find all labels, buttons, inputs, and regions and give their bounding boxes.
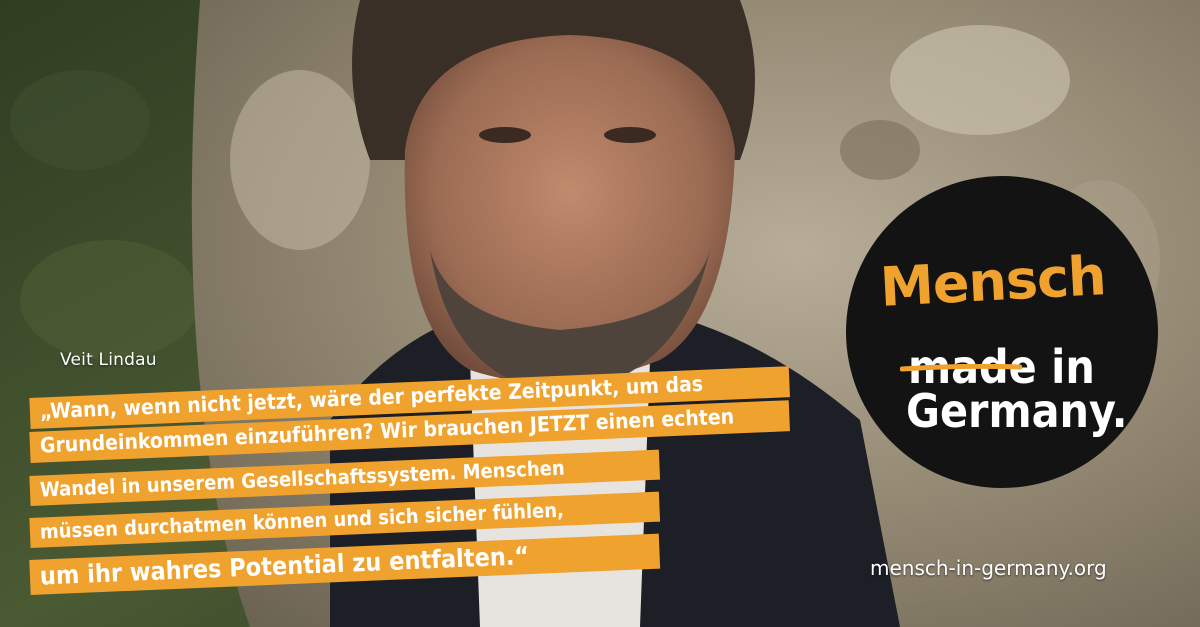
banner: Veit Lindau „Wann, wenn nicht jetzt, wär…	[0, 0, 1200, 627]
logo-word-germany: Germany.	[906, 384, 1128, 438]
logo-word-mensch: Mensch	[878, 244, 1107, 319]
logo-badge	[846, 176, 1158, 488]
speaker-name: Veit Lindau	[60, 350, 157, 370]
website-url: mensch-in-germany.org	[870, 556, 1107, 580]
brush-strike-icon	[900, 364, 1022, 372]
